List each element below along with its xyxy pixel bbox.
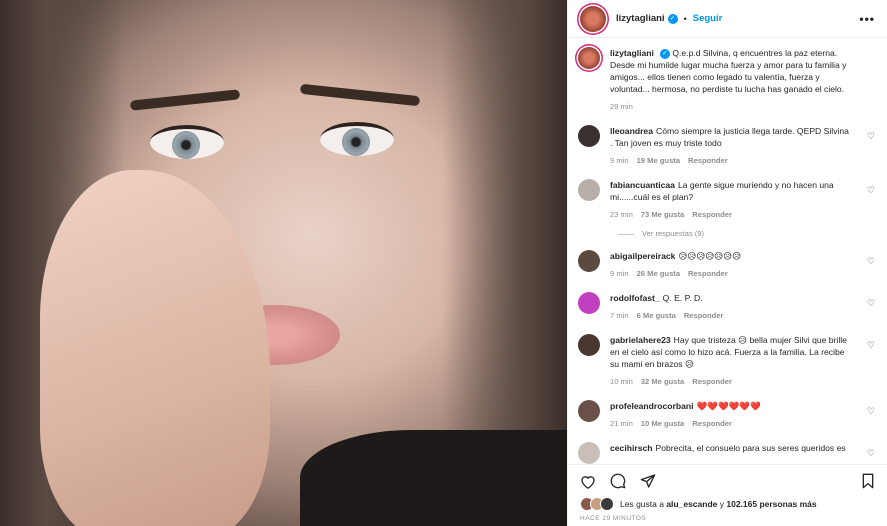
comment-time: 23 min	[610, 210, 633, 219]
comment-likes[interactable]: 10 Me gusta	[641, 419, 684, 428]
comment-item: rodolfofast_ Q. E. P. D. 7 min 6 Me gusta Re…	[578, 292, 875, 322]
likes-prefix: Les gusta a	[620, 499, 664, 509]
comment-text: ❤️❤️❤️❤️❤️❤️	[696, 401, 761, 411]
commenter-username[interactable]: profeleandrocorbani	[610, 401, 694, 411]
commenter-avatar[interactable]	[578, 125, 600, 147]
commenter-username[interactable]: rodolfofast_	[610, 293, 660, 303]
comment-item: profeleandrocorbani ❤️❤️❤️❤️❤️❤️ 21 min 10 …	[578, 400, 875, 430]
comment-text: Pobrecita, el consuelo para sus seres qu…	[655, 443, 846, 453]
post-photo[interactable]	[0, 0, 567, 526]
comment-like-heart-icon[interactable]: ♡	[867, 406, 875, 417]
comment-likes[interactable]: 73 Me gusta	[641, 210, 684, 219]
verified-badge-icon: ✓	[667, 13, 678, 24]
caption-time: 29 min	[610, 102, 633, 111]
commenter-username[interactable]: abigailpereirack	[610, 251, 675, 261]
author-avatar[interactable]	[580, 5, 606, 32]
comment-like-heart-icon[interactable]: ♡	[867, 256, 875, 267]
comment-icon[interactable]	[610, 473, 626, 489]
comment-likes[interactable]: 6 Me gusta	[637, 311, 676, 320]
comment-item: abigailpereirack 😥😥😥😥😥😥😥 9 min 26 Me gusta R…	[578, 250, 875, 280]
caption-avatar[interactable]	[578, 47, 600, 69]
likes-count[interactable]: 102.165 personas más	[726, 499, 816, 509]
separator-dot: •	[683, 13, 687, 24]
liker-avatars	[580, 497, 614, 511]
post-header: lizytagliani ✓ • Seguir •••	[568, 0, 887, 38]
reply-button[interactable]: Responder	[692, 377, 732, 386]
reply-button[interactable]: Responder	[688, 156, 728, 165]
comment-time: 21 min	[610, 419, 633, 428]
comment-likes[interactable]: 26 Me gusta	[637, 269, 680, 278]
likes-summary[interactable]: Les gusta a alu_escande y 102.165 person…	[580, 497, 875, 511]
comment-time: 7 min	[610, 311, 629, 320]
shirt	[300, 430, 567, 526]
comment-text: Q. E. P. D.	[662, 293, 703, 303]
comment-like-heart-icon[interactable]: ♡	[867, 448, 875, 459]
author-username[interactable]: lizytagliani	[616, 13, 665, 24]
comment-likes[interactable]: 19 Me gusta	[637, 156, 680, 165]
comment-like-heart-icon[interactable]: ♡	[867, 131, 875, 142]
commenter-username[interactable]: cecihirsch	[610, 443, 653, 453]
commenter-avatar[interactable]	[578, 442, 600, 464]
comment-likes[interactable]: 32 Me gusta	[641, 377, 684, 386]
reply-button[interactable]: Responder	[684, 311, 724, 320]
post-timestamp: HACE 29 MINUTOS	[580, 515, 647, 522]
post-footer: Les gusta a alu_escande y 102.165 person…	[568, 464, 887, 526]
verified-badge-icon: ✓	[659, 48, 670, 59]
bookmark-icon[interactable]	[861, 473, 875, 489]
likes-mid: y	[719, 499, 724, 509]
comment-item: gabrielahere23 Hay que tristeza 😥 bella m…	[578, 334, 875, 388]
share-icon[interactable]	[640, 473, 656, 489]
view-replies-button[interactable]: Ver respuestas (9)	[618, 229, 875, 238]
comment-like-heart-icon[interactable]: ♡	[867, 298, 875, 309]
right-eye	[320, 122, 394, 156]
commenter-avatar[interactable]	[578, 250, 600, 272]
heart-icon[interactable]	[580, 474, 596, 489]
reply-button[interactable]: Responder	[688, 269, 728, 278]
comment-text: 😥😥😥😥😥😥😥	[678, 251, 742, 261]
commenter-username[interactable]: fabiancuanticaa	[610, 180, 675, 190]
follow-button[interactable]: Seguir	[693, 13, 723, 24]
left-eye	[150, 125, 224, 159]
comment-item: cecihirsch Pobrecita, el consuelo para su…	[578, 442, 875, 464]
likes-user[interactable]: alu_escande	[666, 499, 717, 509]
caption-username[interactable]: lizytagliani	[610, 48, 654, 58]
commenter-username[interactable]: gabrielahere23	[610, 335, 671, 345]
comment-item: lleoandrea Cómo siempre la justicia llega…	[578, 125, 875, 167]
comment-item: fabiancuanticaa La gente sigue muriendo y…	[578, 179, 875, 221]
comment-time: 10 min	[610, 377, 633, 386]
comment-time: 9 min	[610, 156, 629, 165]
more-horizontal-icon[interactable]: •••	[859, 12, 875, 26]
reply-button[interactable]: Responder	[692, 210, 732, 219]
commenter-avatar[interactable]	[578, 334, 600, 356]
comment-like-heart-icon[interactable]: ♡	[867, 340, 875, 351]
commenter-avatar[interactable]	[578, 400, 600, 422]
commenter-avatar[interactable]	[578, 179, 600, 201]
caption: lizytagliani ✓ Q.e.p.d Silvina, q encuent…	[578, 47, 875, 113]
comments-list[interactable]: lizytagliani ✓ Q.e.p.d Silvina, q encuent…	[568, 39, 887, 464]
commenter-avatar[interactable]	[578, 292, 600, 314]
commenter-username[interactable]: lleoandrea	[610, 126, 653, 136]
comment-time: 9 min	[610, 269, 629, 278]
comments-panel: lizytagliani ✓ • Seguir ••• lizytagliani…	[567, 0, 887, 526]
reply-button[interactable]: Responder	[692, 419, 732, 428]
comment-like-heart-icon[interactable]: ♡	[867, 185, 875, 196]
